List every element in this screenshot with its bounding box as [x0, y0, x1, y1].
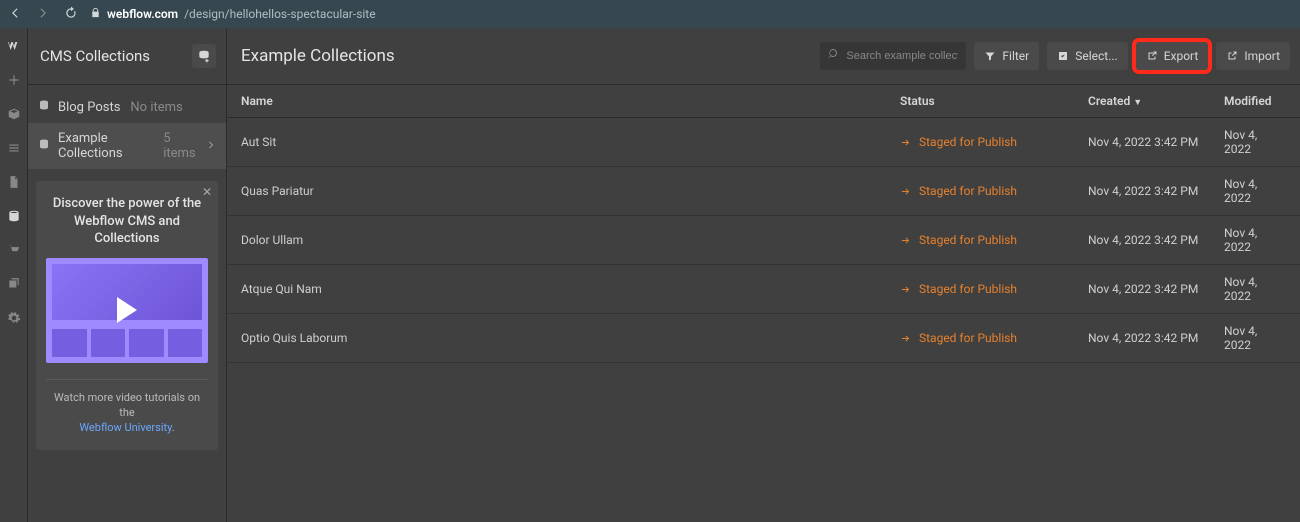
settings-icon[interactable]	[6, 310, 22, 326]
cell-modified: Nov 4, 2022	[1224, 128, 1286, 156]
cell-created: Nov 4, 2022 3:42 PM	[1088, 233, 1224, 247]
cell-modified: Nov 4, 2022	[1224, 275, 1286, 303]
cell-created: Nov 4, 2022 3:42 PM	[1088, 135, 1224, 149]
table-row[interactable]: Atque Qui NamStaged for PublishNov 4, 20…	[227, 265, 1300, 314]
assets-icon[interactable]	[6, 276, 22, 292]
col-name[interactable]: Name	[241, 94, 900, 108]
promo-link[interactable]: Webflow University	[79, 421, 171, 434]
table-header: Name Status Created▼ Modified	[227, 85, 1300, 118]
table-row[interactable]: Aut SitStaged for PublishNov 4, 2022 3:4…	[227, 118, 1300, 167]
arrow-right-icon	[900, 284, 911, 295]
cell-status: Staged for Publish	[900, 282, 1088, 296]
collection-count: 5 items	[163, 131, 198, 161]
cell-status: Staged for Publish	[900, 331, 1088, 345]
promo-video-thumb[interactable]	[46, 258, 208, 363]
url-path: /design/hellohellos-spectacular-site	[184, 7, 375, 21]
box-icon[interactable]	[6, 106, 22, 122]
arrow-right-icon	[900, 186, 911, 197]
filter-button[interactable]: Filter	[974, 42, 1039, 70]
cell-created: Nov 4, 2022 3:42 PM	[1088, 282, 1224, 296]
promo-footer: Watch more video tutorials on the Webflo…	[46, 390, 208, 436]
cell-status: Staged for Publish	[900, 135, 1088, 149]
close-icon[interactable]: ✕	[202, 185, 212, 199]
collection-label: Example Collections	[58, 131, 153, 161]
table-row[interactable]: Quas PariaturStaged for PublishNov 4, 20…	[227, 167, 1300, 216]
left-panel-header: CMS Collections	[28, 28, 226, 85]
sort-desc-icon: ▼	[1133, 98, 1142, 108]
main-header: Example Collections Filter Select... Exp…	[227, 28, 1300, 85]
promo-title: Discover the power of the Webflow CMS an…	[46, 195, 208, 248]
select-button[interactable]: Select...	[1047, 42, 1127, 70]
url-host: webflow.com	[107, 7, 178, 21]
table-row[interactable]: Optio Quis LaborumStaged for PublishNov …	[227, 314, 1300, 363]
collection-count: No items	[130, 100, 182, 115]
table-row[interactable]: Dolor UllamStaged for PublishNov 4, 2022…	[227, 216, 1300, 265]
import-button[interactable]: Import	[1216, 42, 1290, 70]
cell-name: Optio Quis Laborum	[241, 331, 900, 345]
cell-modified: Nov 4, 2022	[1224, 324, 1286, 352]
left-icon-rail	[0, 28, 28, 522]
col-status[interactable]: Status	[900, 94, 1088, 108]
cms-icon[interactable]	[6, 208, 22, 224]
list-icon[interactable]	[6, 140, 22, 156]
collection-label: Blog Posts	[58, 100, 120, 115]
cell-name: Aut Sit	[241, 135, 900, 149]
arrow-right-icon	[900, 137, 911, 148]
add-collection-button[interactable]	[192, 44, 216, 68]
arrow-right-icon	[900, 235, 911, 246]
reload-icon[interactable]	[64, 6, 78, 23]
table-body: Aut SitStaged for PublishNov 4, 2022 3:4…	[227, 118, 1300, 363]
chevron-right-icon	[206, 139, 216, 154]
play-icon	[117, 297, 137, 323]
cart-icon[interactable]	[6, 242, 22, 258]
left-panel: CMS Collections Blog Posts No items Exam…	[28, 28, 227, 522]
cell-created: Nov 4, 2022 3:42 PM	[1088, 184, 1224, 198]
cell-name: Atque Qui Nam	[241, 282, 900, 296]
cell-modified: Nov 4, 2022	[1224, 226, 1286, 254]
cell-name: Dolor Ullam	[241, 233, 900, 247]
collection-item-example-collections[interactable]: Example Collections 5 items	[28, 123, 226, 169]
col-modified[interactable]: Modified	[1224, 94, 1286, 108]
arrow-right-icon	[900, 333, 911, 344]
url-bar[interactable]: webflow.com/design/hellohellos-spectacul…	[90, 7, 376, 21]
page-title: Example Collections	[241, 46, 395, 66]
cell-modified: Nov 4, 2022	[1224, 177, 1286, 205]
forward-icon[interactable]	[36, 6, 50, 23]
browser-bar: webflow.com/design/hellohellos-spectacul…	[0, 0, 1300, 28]
main-panel: Example Collections Filter Select... Exp…	[227, 28, 1300, 522]
cell-created: Nov 4, 2022 3:42 PM	[1088, 331, 1224, 345]
export-button[interactable]: Export	[1136, 42, 1209, 70]
database-icon	[38, 138, 50, 154]
back-icon[interactable]	[8, 6, 22, 23]
database-icon	[38, 99, 50, 115]
search-input[interactable]	[846, 50, 958, 62]
collection-item-blog-posts[interactable]: Blog Posts No items	[28, 91, 226, 123]
cell-status: Staged for Publish	[900, 233, 1088, 247]
search-box[interactable]	[820, 42, 966, 70]
left-panel-title: CMS Collections	[40, 47, 150, 65]
add-icon[interactable]	[6, 72, 22, 88]
col-created[interactable]: Created▼	[1088, 94, 1224, 108]
promo-card: ✕ Discover the power of the Webflow CMS …	[36, 181, 218, 450]
collection-list: Blog Posts No items Example Collections …	[28, 85, 226, 169]
page-icon[interactable]	[6, 174, 22, 190]
search-icon	[828, 48, 840, 64]
cell-status: Staged for Publish	[900, 184, 1088, 198]
lock-icon	[90, 7, 101, 21]
webflow-logo-icon[interactable]	[6, 38, 22, 54]
cell-name: Quas Pariatur	[241, 184, 900, 198]
